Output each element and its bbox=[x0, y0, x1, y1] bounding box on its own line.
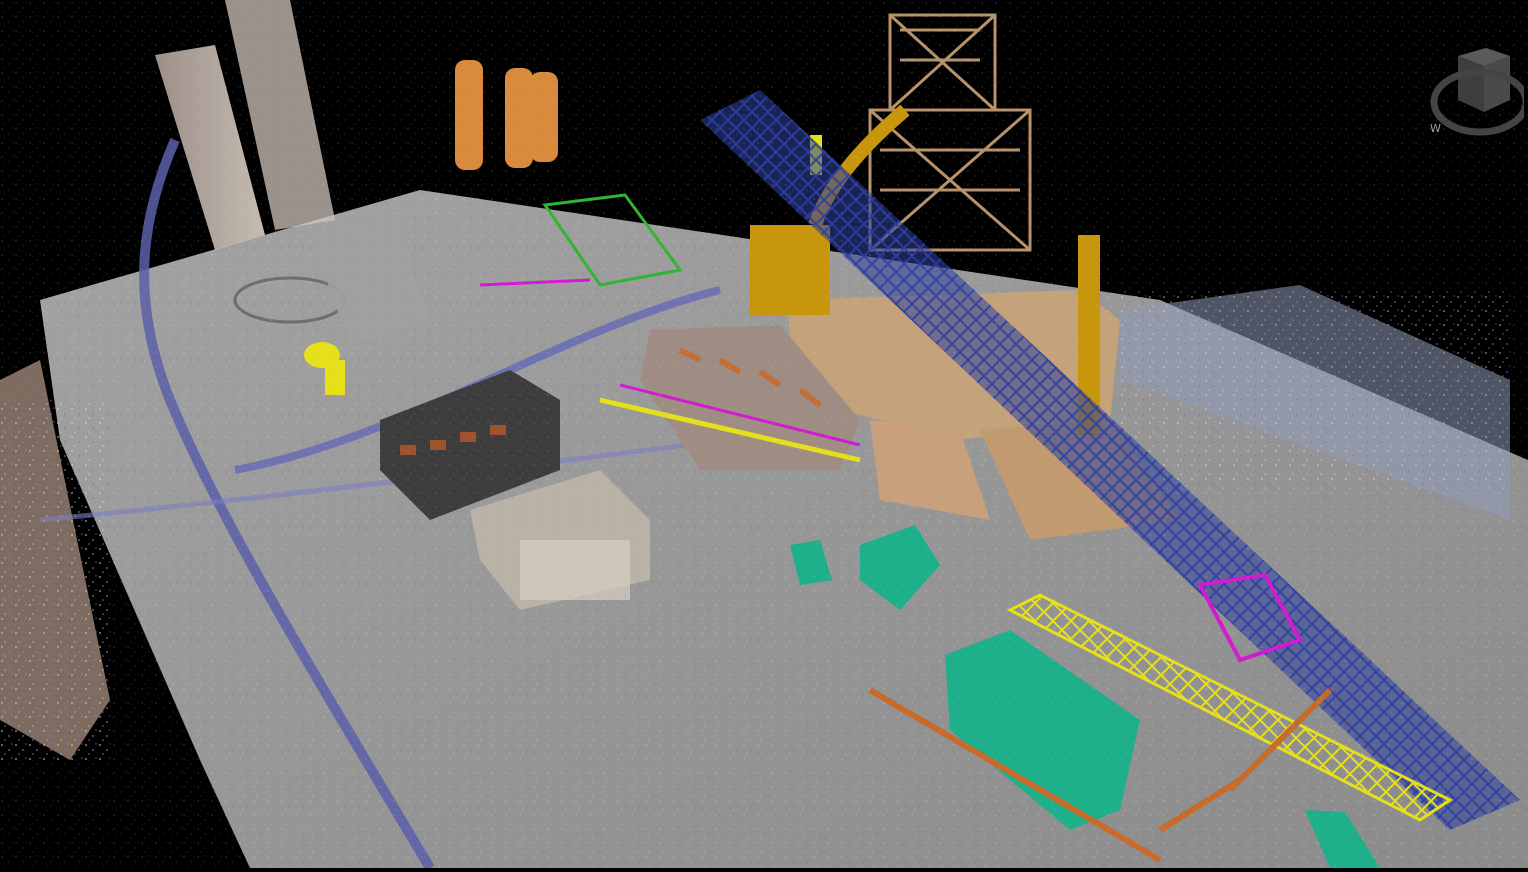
view-cube-widget[interactable]: W bbox=[1428, 40, 1524, 150]
3d-viewport[interactable] bbox=[0, 0, 1528, 871]
compass-west-label: W bbox=[1430, 122, 1441, 135]
view-cube-icon[interactable] bbox=[1458, 48, 1510, 112]
